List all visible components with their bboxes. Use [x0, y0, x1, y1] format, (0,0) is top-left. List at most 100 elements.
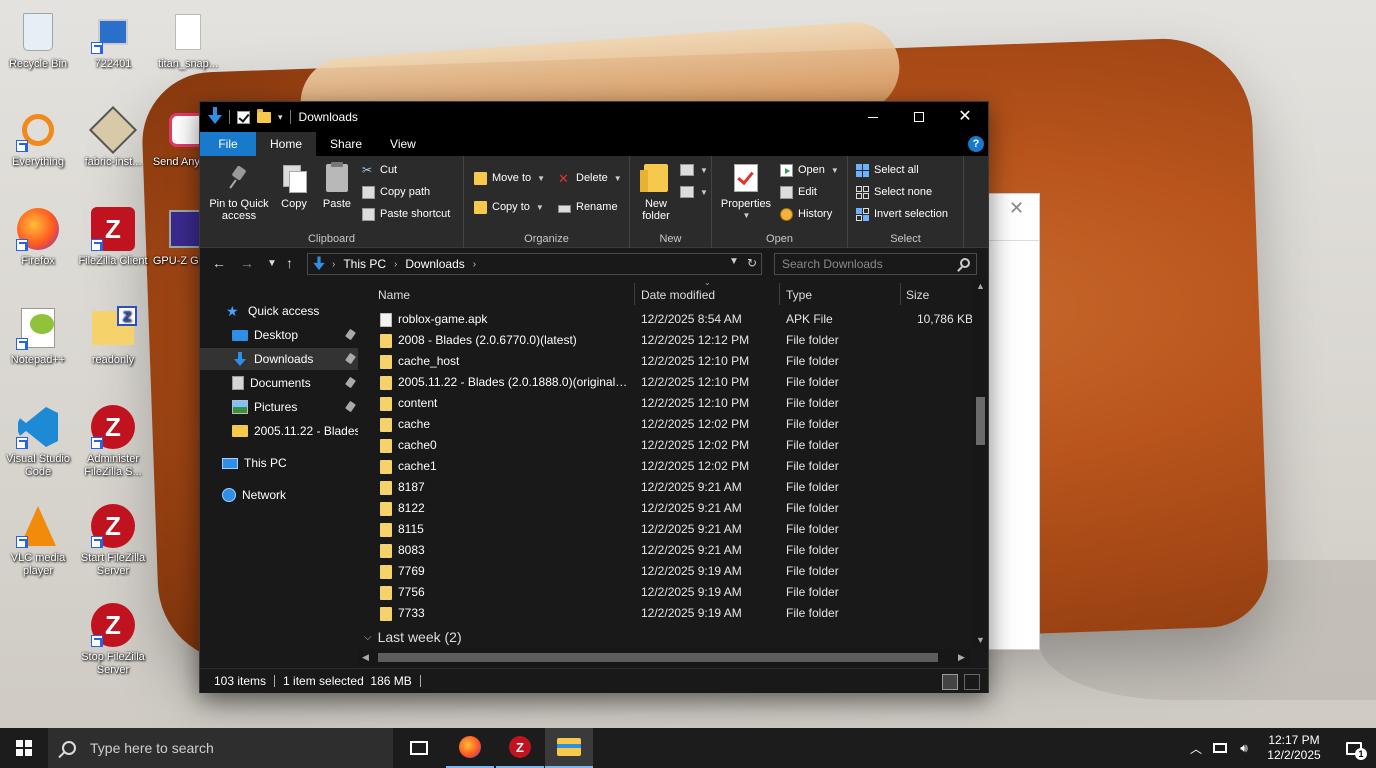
taskbar-search-box[interactable] — [48, 728, 393, 768]
taskbar-file-explorer[interactable] — [545, 728, 593, 768]
close-icon[interactable]: ✕ — [1009, 198, 1024, 219]
scroll-left-arrow-icon[interactable]: ◀ — [362, 652, 369, 663]
column-header-name[interactable]: Name — [378, 288, 410, 306]
column-header-type[interactable]: Type — [786, 288, 812, 306]
desktop-icon-administer-filezilla[interactable]: Z Administer FileZilla S... — [75, 403, 151, 479]
chevron-right-icon[interactable]: › — [473, 259, 476, 270]
new-folder-icon[interactable] — [257, 108, 271, 123]
tab-home[interactable]: Home — [256, 132, 317, 156]
scroll-right-arrow-icon[interactable]: ▶ — [958, 652, 965, 663]
nav-item-quick-access[interactable]: ★ Quick access — [200, 300, 358, 322]
nav-item-desktop[interactable]: Desktop — [200, 324, 358, 346]
show-hidden-icons-chevron-up-icon[interactable]: ︿ — [1184, 728, 1208, 768]
table-row[interactable]: 7733 12/2/2025 9:19 AM File folder — [358, 603, 970, 624]
table-row[interactable]: 8122 12/2/2025 9:21 AM File folder — [358, 498, 970, 519]
delete-button[interactable]: ✕ Delete ▼ — [558, 168, 622, 188]
file-list[interactable]: Name Date modified ⌄ Type Size roblox-ga… — [358, 279, 988, 666]
new-item-button[interactable]: ▼ — [680, 160, 708, 180]
copy-path-button[interactable]: Copy path — [362, 182, 430, 202]
table-row[interactable]: 8187 12/2/2025 9:21 AM File folder — [358, 477, 970, 498]
paste-shortcut-button[interactable]: Paste shortcut — [362, 204, 450, 224]
minimize-button[interactable] — [850, 102, 896, 132]
tab-share[interactable]: Share — [316, 132, 376, 156]
search-icon[interactable] — [960, 258, 970, 268]
select-none-button[interactable]: Select none — [856, 182, 932, 202]
vertical-scroll-thumb[interactable] — [976, 397, 985, 445]
table-row[interactable]: 7769 12/2/2025 9:19 AM File folder — [358, 561, 970, 582]
desktop-icon-filezilla-client[interactable]: Z FileZilla Client — [75, 205, 151, 268]
nav-item-this-pc[interactable]: This PC — [200, 452, 358, 474]
table-row[interactable]: 8115 12/2/2025 9:21 AM File folder — [358, 519, 970, 540]
nav-item-pictures[interactable]: Pictures — [200, 396, 358, 418]
address-history-chevron-icon[interactable]: ▼ — [729, 256, 739, 270]
table-row[interactable]: cache0 12/2/2025 12:02 PM File folder — [358, 435, 970, 456]
desktop-icon-readonly[interactable]: Z readonly — [75, 304, 151, 367]
table-row[interactable]: cache1 12/2/2025 12:02 PM File folder — [358, 456, 970, 477]
details-view-button[interactable] — [942, 674, 958, 690]
horizontal-scrollbar[interactable]: ◀ ▶ — [358, 649, 970, 666]
tab-view[interactable]: View — [376, 132, 430, 156]
action-center-button[interactable]: 1 — [1332, 728, 1376, 768]
tab-file[interactable]: File — [200, 132, 256, 156]
nav-item-blades-folder[interactable]: 2005.11.22 - Blades — [200, 420, 358, 442]
paste-button[interactable]: Paste — [318, 162, 356, 210]
table-row[interactable]: 2005.11.22 - Blades (2.0.1888.0)(origina… — [358, 372, 970, 393]
rename-button[interactable]: Rename — [558, 197, 618, 217]
address-bar[interactable]: › This PC › Downloads › ▼ ↻ — [307, 253, 762, 275]
properties-button[interactable]: Properties ▼ — [718, 162, 774, 222]
table-row[interactable]: 2008 - Blades (2.0.6770.0)(latest) 12/2/2… — [358, 330, 970, 351]
taskbar-firefox[interactable] — [446, 728, 494, 768]
table-row[interactable]: 7756 12/2/2025 9:19 AM File folder — [358, 582, 970, 603]
properties-check-icon[interactable] — [237, 110, 250, 124]
easy-access-button[interactable]: ▼ — [680, 182, 708, 202]
table-row[interactable]: cache_host 12/2/2025 12:10 PM File folder — [358, 351, 970, 372]
copy-to-button[interactable]: Copy to ▼ — [474, 197, 544, 217]
desktop-icon-stop-filezilla-server[interactable]: Z Stop FileZilla Server — [75, 601, 151, 677]
column-header-size[interactable]: Size — [906, 288, 929, 306]
edit-button[interactable]: Edit — [780, 182, 817, 202]
table-row[interactable]: content 12/2/2025 12:10 PM File folder — [358, 393, 970, 414]
history-button[interactable]: History — [780, 204, 832, 224]
scroll-up-arrow-icon[interactable]: ▲ — [976, 281, 985, 291]
clock[interactable]: 12:17 PM 12/2/2025 — [1256, 733, 1332, 763]
search-box[interactable] — [774, 253, 977, 275]
desktop-icon-vlc[interactable]: VLC media player — [0, 502, 76, 578]
desktop-icon-notepad-plus-plus[interactable]: Notepad++ — [0, 304, 76, 367]
large-icons-view-button[interactable] — [964, 674, 980, 690]
breadcrumb-downloads[interactable]: Downloads — [405, 257, 464, 271]
title-bar[interactable]: ▾ Downloads ✕ — [200, 102, 988, 132]
column-header-date-modified[interactable]: Date modified — [641, 288, 715, 306]
nav-item-network[interactable]: Network — [200, 484, 358, 506]
back-button[interactable]: ← — [212, 255, 226, 271]
open-button[interactable]: Open ▼ — [780, 160, 839, 180]
desktop-icon-titan-snap[interactable]: titan_snap... — [150, 8, 226, 71]
task-view-button[interactable] — [395, 728, 443, 768]
cut-button[interactable]: ✂ Cut — [362, 160, 397, 180]
group-header-last-week[interactable]: ⌵ Last week (2) — [364, 629, 462, 645]
close-button[interactable]: ✕ — [942, 102, 988, 132]
desktop-icon-start-filezilla-server[interactable]: Z Start FileZilla Server — [75, 502, 151, 578]
taskbar-search-input[interactable] — [90, 740, 380, 756]
up-button[interactable]: ↑ — [286, 255, 293, 271]
help-icon[interactable]: ? — [968, 136, 984, 152]
volume-icon[interactable]: 🔊︎ — [1232, 728, 1256, 768]
breadcrumb-this-pc[interactable]: This PC — [343, 257, 386, 271]
chevron-right-icon[interactable]: › — [394, 259, 397, 270]
file-explorer-window[interactable]: ▾ Downloads ✕ File Home Share View ? Pin… — [199, 101, 989, 693]
scroll-down-arrow-icon[interactable]: ▼ — [976, 635, 985, 645]
move-to-button[interactable]: Move to ▼ — [474, 168, 545, 188]
horizontal-scroll-thumb[interactable] — [378, 653, 938, 662]
desktop-icon-fabric-installer[interactable]: fabric-inst... — [75, 105, 151, 169]
column-divider[interactable] — [779, 283, 780, 305]
new-folder-button[interactable]: New folder — [636, 162, 676, 222]
background-window[interactable]: ✕ — [988, 193, 1040, 650]
table-row[interactable]: 8083 12/2/2025 9:21 AM File folder — [358, 540, 970, 561]
forward-button[interactable]: → — [240, 255, 254, 271]
desktop-icon-firefox[interactable]: Firefox — [0, 205, 76, 268]
search-input[interactable] — [775, 254, 955, 274]
desktop-icon-recycle-bin[interactable]: Recycle Bin — [0, 8, 76, 71]
vertical-scrollbar[interactable]: ▲ ▼ — [972, 279, 988, 649]
desktop-icon-722401[interactable]: 722401 — [75, 8, 151, 71]
column-divider[interactable] — [900, 283, 901, 305]
maximize-button[interactable] — [896, 102, 942, 132]
